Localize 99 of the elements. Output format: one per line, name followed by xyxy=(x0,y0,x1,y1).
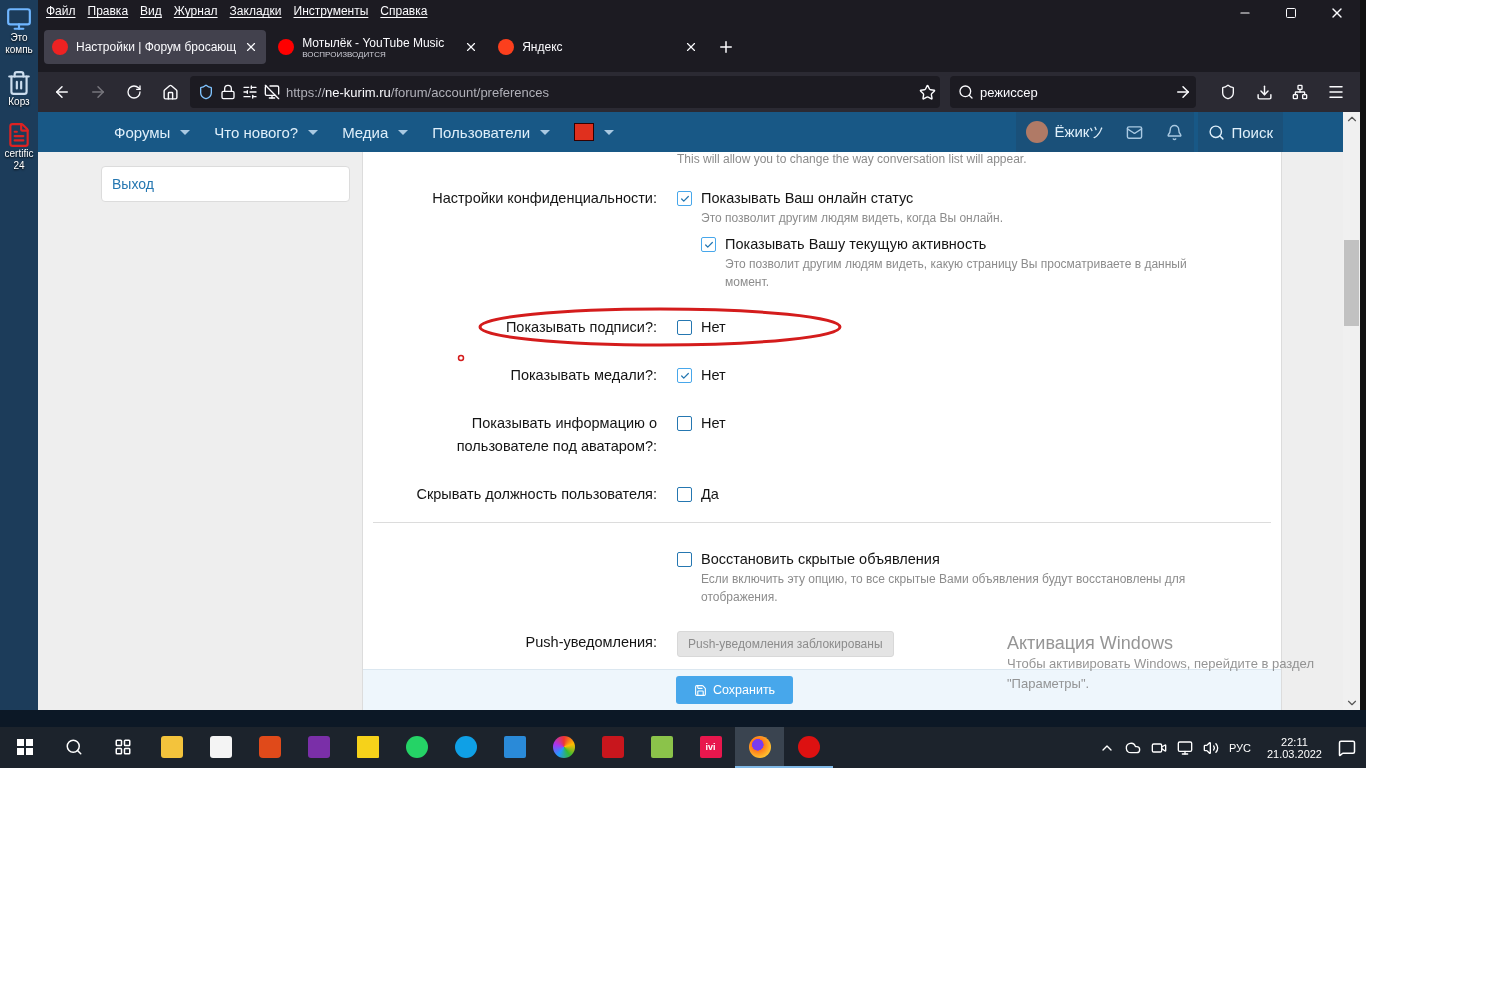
option-label: Нет xyxy=(701,318,727,337)
check-icon xyxy=(703,239,714,250)
sos-icon xyxy=(574,123,595,141)
color-wheel-icon xyxy=(552,735,575,758)
volume-icon[interactable] xyxy=(1202,739,1219,756)
url-text: https://ne-kurim.ru/forum/account/preferences xyxy=(286,84,551,100)
sidebar-link[interactable]: Выход xyxy=(101,166,350,202)
back-icon xyxy=(53,83,71,101)
activation-title: Активация Windows xyxy=(1007,633,1174,654)
avatar xyxy=(1026,121,1049,143)
nav-menu-item[interactable]: Медиа xyxy=(330,112,421,152)
nav-menu-item[interactable]: Форумы xyxy=(102,112,203,152)
search-icon xyxy=(958,84,974,100)
lock-icon[interactable] xyxy=(220,84,236,100)
caret-icon xyxy=(308,129,319,135)
check-icon xyxy=(679,370,690,381)
menu-item[interactable]: Инструменты xyxy=(287,4,375,18)
desktop-icon-label: certific xyxy=(4,148,34,160)
menu-item[interactable]: Вид xyxy=(134,4,168,18)
setting-label: Показывать медали?: xyxy=(510,366,657,385)
pdf-file-icon xyxy=(6,122,32,148)
windows-logo-icon xyxy=(16,738,33,755)
menu-item[interactable]: Правка xyxy=(81,4,135,18)
setting-label: Настройки конфиденциальности: xyxy=(432,189,657,208)
option-hint: Это позволит другим людям видеть, когда Вы онлайн. xyxy=(701,210,1005,227)
home-icon xyxy=(161,83,179,101)
scrollbar[interactable] xyxy=(1343,112,1360,710)
download-icon xyxy=(1255,83,1273,101)
checkbox[interactable] xyxy=(677,191,692,206)
network-icon[interactable] xyxy=(1176,739,1193,756)
tab-subtitle: ВОСПРОИЗВОДИТСЯ xyxy=(302,49,387,59)
checkbox[interactable] xyxy=(677,368,692,383)
desktop-icon-label: 24 xyxy=(13,160,25,172)
check-icon xyxy=(679,193,690,204)
tab-title: Настройки | Форум бросающ xyxy=(76,40,237,54)
menu-icon xyxy=(1327,83,1345,101)
search-input[interactable]: режиссер xyxy=(980,84,1168,100)
blocked-screen-icon[interactable] xyxy=(264,84,280,100)
bell-icon xyxy=(1165,123,1183,141)
option-hint: Это позволит другим людям видеть, какую страницу Вы просматриваете в данный момент. xyxy=(725,256,1188,291)
clock-date: 21.03.2022 xyxy=(1266,747,1322,760)
site-search-button[interactable]: Поиск xyxy=(1198,112,1283,152)
menu-item[interactable]: Справка xyxy=(374,4,434,18)
forward-icon xyxy=(89,83,107,101)
tab-title: Яндекс xyxy=(522,40,564,54)
recycle-bin-icon xyxy=(6,70,32,96)
clock-time: 22:11 xyxy=(1281,735,1308,748)
checkbox[interactable] xyxy=(677,416,692,431)
computer-icon xyxy=(6,6,32,32)
option-hint: Если включить эту опцию, то все скрытые Вами объявления будут восстановлены для отображения. xyxy=(701,571,1187,606)
setting-label: Показывать информацию о пользователе под аватаром?: xyxy=(455,414,657,456)
bookmark-star-icon[interactable] xyxy=(919,83,936,101)
nav-menu-item[interactable]: Что нового? xyxy=(202,112,331,152)
desktop-icon-label: Корз xyxy=(8,96,30,108)
notification-icon[interactable] xyxy=(1338,738,1356,757)
option-label: Нет xyxy=(701,414,727,433)
setting-label: Push-уведомления: xyxy=(525,633,657,652)
activation-text: Чтобы активировать Windows, перейдите в раздел "Параметры". xyxy=(1007,655,1315,693)
nav-menu-item[interactable]: Пользователи xyxy=(420,112,563,152)
language-indicator[interactable]: РУС xyxy=(1228,741,1251,754)
browser-tab[interactable]: Мотылёк - YouTube Music ВОСПРОИЗВОДИТСЯ xyxy=(270,30,487,64)
maximize-icon xyxy=(1285,7,1297,19)
taskbar-app-button[interactable]: ivi xyxy=(686,727,735,768)
search-icon xyxy=(64,737,83,756)
option-label: Восстановить скрытые объявления xyxy=(701,550,941,569)
option-label: Показывать Ваш онлайн статус xyxy=(701,189,915,208)
go-arrow-icon[interactable] xyxy=(1174,83,1192,101)
shield-icon[interactable] xyxy=(198,84,214,100)
sticky-note-icon xyxy=(356,735,379,758)
option-label: Да xyxy=(701,485,720,504)
option-label: Показывать Вашу текущую активность xyxy=(725,235,988,254)
checkbox[interactable] xyxy=(677,487,692,502)
desktop-icon-label: компь xyxy=(5,44,33,56)
caret-icon xyxy=(540,129,551,135)
caret-icon xyxy=(180,129,191,135)
caret-icon xyxy=(604,129,615,135)
setting-label: Скрывать должность пользователя: xyxy=(416,485,657,504)
checkbox[interactable] xyxy=(677,320,692,335)
menu-item[interactable]: Журнал xyxy=(167,4,224,18)
browser-tab[interactable]: Настройки | Форум бросающ xyxy=(44,30,267,64)
annotation-dot xyxy=(457,354,465,362)
menu-item[interactable]: Файл xyxy=(40,4,82,18)
option-label: Нет xyxy=(701,366,727,385)
browser-tab[interactable]: Яндекс xyxy=(490,30,707,64)
search-bar[interactable]: режиссер xyxy=(950,76,1196,108)
caret-icon xyxy=(398,129,409,135)
setting-hint: This will allow you to change the way conversation list will appear. xyxy=(676,152,1028,166)
address-bar[interactable]: https://ne-kurim.ru/forum/account/preferences xyxy=(190,76,940,108)
tab-title: Мотылёк - YouTube Music xyxy=(302,35,446,50)
checkbox[interactable] xyxy=(701,237,716,252)
menu-item[interactable]: Закладки xyxy=(223,4,288,18)
search-icon xyxy=(1208,123,1226,141)
desktop-icon-label: Это xyxy=(10,32,28,44)
checkbox[interactable] xyxy=(677,552,692,567)
reload-icon xyxy=(126,84,142,100)
task-view-icon xyxy=(113,737,132,756)
logo-icon: ivi xyxy=(699,735,722,758)
setting-label: Показывать подписи?: xyxy=(505,318,657,337)
scroll-thumb[interactable] xyxy=(1344,240,1359,326)
